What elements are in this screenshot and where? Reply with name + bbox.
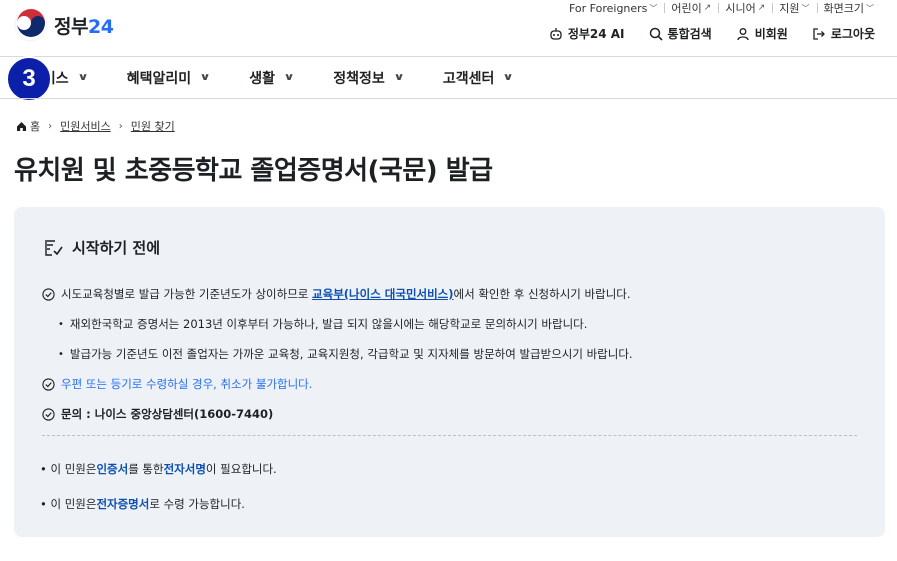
logout-icon [813, 27, 825, 40]
list-item: 문의 : 나이스 중앙상담센터(1600-7440) [42, 399, 862, 429]
check-circle-icon [42, 287, 55, 301]
chevron-down-icon: ﹀ [866, 3, 874, 13]
check-circle-icon [42, 407, 55, 421]
chevron-down-icon: ∨ [77, 72, 89, 83]
e-certificate-term: 전자증명서 [96, 496, 150, 511]
neis-link[interactable]: 교육부(나이스 대국민서비스) [312, 287, 453, 301]
utility-children[interactable]: 어린이 ↗ [664, 0, 718, 16]
nav-item-policy[interactable]: 정책정보 ∨ [333, 68, 405, 88]
page-title: 유치원 및 초중등학교 졸업증명서(국문) 발급 [14, 156, 493, 186]
breadcrumb-civil-service[interactable]: 민원서비스 [60, 118, 111, 134]
sub-item-text: 재외한국학교 증명서는 2013년 이후부터 가능하나, 발급 되지 않을시에는… [69, 317, 588, 331]
breadcrumb-home[interactable]: 홈 [16, 118, 40, 134]
panel-heading: 시작하기 전에 [44, 237, 160, 258]
chevron-down-icon: ﹀ [649, 3, 658, 13]
chevron-down-icon: ∨ [393, 72, 405, 83]
breadcrumb-find-civil[interactable]: 민원 찾기 [131, 118, 175, 134]
breadcrumb: 홈 › 민원서비스 › 민원 찾기 [16, 118, 175, 134]
bullet: • [58, 348, 64, 360]
utility-bar: For Foreigners ﹀ 어린이 ↗ 시니어 ↗ 지원 ﹀ 화면크기 ﹀ [562, 0, 881, 16]
bullet: • [58, 318, 64, 330]
search-button[interactable]: 통합검색 [649, 25, 712, 42]
chevron-down-icon: ∨ [199, 72, 211, 83]
guest-button[interactable]: 비회원 [736, 25, 788, 42]
contact-info: 문의 : 나이스 중앙상담센터(1600-7440) [61, 407, 274, 421]
user-icon [737, 27, 749, 40]
header-actions: 정부24 AI 통합검색 비회원 로그아웃 [549, 25, 875, 42]
requirement-notes: • 이 민원은 인증서 를 통한 전자서명 이 필요합니다. • 이 민원은 전자증… [40, 451, 277, 521]
utility-screen-size[interactable]: 화면크기 ﹀ [816, 0, 881, 16]
chevron-down-icon: ∨ [283, 72, 295, 83]
utility-support[interactable]: 지원 ﹀ [772, 0, 816, 16]
home-icon [17, 121, 26, 131]
item1-text: 시도교육청별로 발급 가능한 기준년도가 상이하므로 교육부(나이스 대국민서비… [61, 287, 631, 301]
ai-button[interactable]: 정부24 AI [549, 25, 625, 42]
list-item: • 재외한국학교 증명서는 2013년 이후부터 가능하나, 발급 되지 않을시… [42, 309, 862, 339]
chevron-down-icon: ﹀ [801, 3, 810, 13]
nav-item-benefits[interactable]: 혜택알리미 ∨ [127, 68, 211, 88]
site-logo[interactable]: 정부24 [14, 8, 114, 42]
list-item: • 발급가능 기준년도 이전 졸업자는 가까운 교육청, 교육지원청, 각급학교… [42, 339, 862, 369]
utility-senior[interactable]: 시니어 ↗ [718, 0, 772, 16]
nav-divider [0, 98, 897, 99]
nav-item-customer-center[interactable]: 고객센터 ∨ [443, 68, 515, 88]
checklist-icon [45, 239, 63, 256]
dashed-divider [42, 435, 857, 436]
bullet: • [40, 461, 51, 476]
notice-list: 시도교육청별로 발급 가능한 기준년도가 상이하므로 교육부(나이스 대국민서비… [42, 279, 862, 429]
bullet: • [40, 496, 51, 511]
list-item: 시도교육청별로 발급 가능한 기준년도가 상이하므로 교육부(나이스 대국민서비… [42, 279, 862, 309]
chevron-right-icon: › [118, 120, 123, 132]
mail-cancel-notice: 우편 또는 등기로 수령하실 경우, 취소가 불가합니다. [61, 377, 313, 391]
external-link-icon: ↗ [703, 3, 712, 13]
sub-item-text: 발급가능 기준년도 이전 졸업자는 가까운 교육청, 교육지원청, 각급학교 및… [69, 347, 633, 361]
before-start-panel: 시작하기 전에 시도교육청별로 발급 가능한 기준년도가 상이하므로 교육부(나… [14, 207, 885, 537]
main-nav: 서비스∨ 혜택알리미∨ 생활∨ 정책정보∨ 고객센터∨ [30, 57, 553, 98]
certificate-term: 인증서 [96, 461, 129, 476]
external-link-icon: ↗ [757, 3, 766, 13]
list-item: • 이 민원은 전자증명서 로 수령 가능합니다. [40, 496, 245, 511]
nav-item-life[interactable]: 생활 ∨ [249, 68, 295, 88]
check-circle-icon [42, 377, 55, 391]
chevron-down-icon: ∨ [502, 72, 515, 83]
e-signature-term: 전자서명 [163, 461, 206, 476]
chevron-right-icon: › [48, 120, 53, 132]
search-icon [649, 27, 663, 41]
step-badge: 3 [6, 56, 52, 102]
logo-text: 정부24 [54, 15, 114, 38]
utility-foreigners[interactable]: For Foreigners ﹀ [562, 2, 664, 15]
list-item: • 이 민원은 인증서 를 통한 전자서명 이 필요합니다. [40, 461, 277, 476]
robot-icon [550, 27, 562, 40]
taegeuk-logo-icon [14, 8, 48, 42]
logout-button[interactable]: 로그아웃 [812, 25, 875, 42]
list-item: 우편 또는 등기로 수령하실 경우, 취소가 불가합니다. [42, 369, 862, 399]
